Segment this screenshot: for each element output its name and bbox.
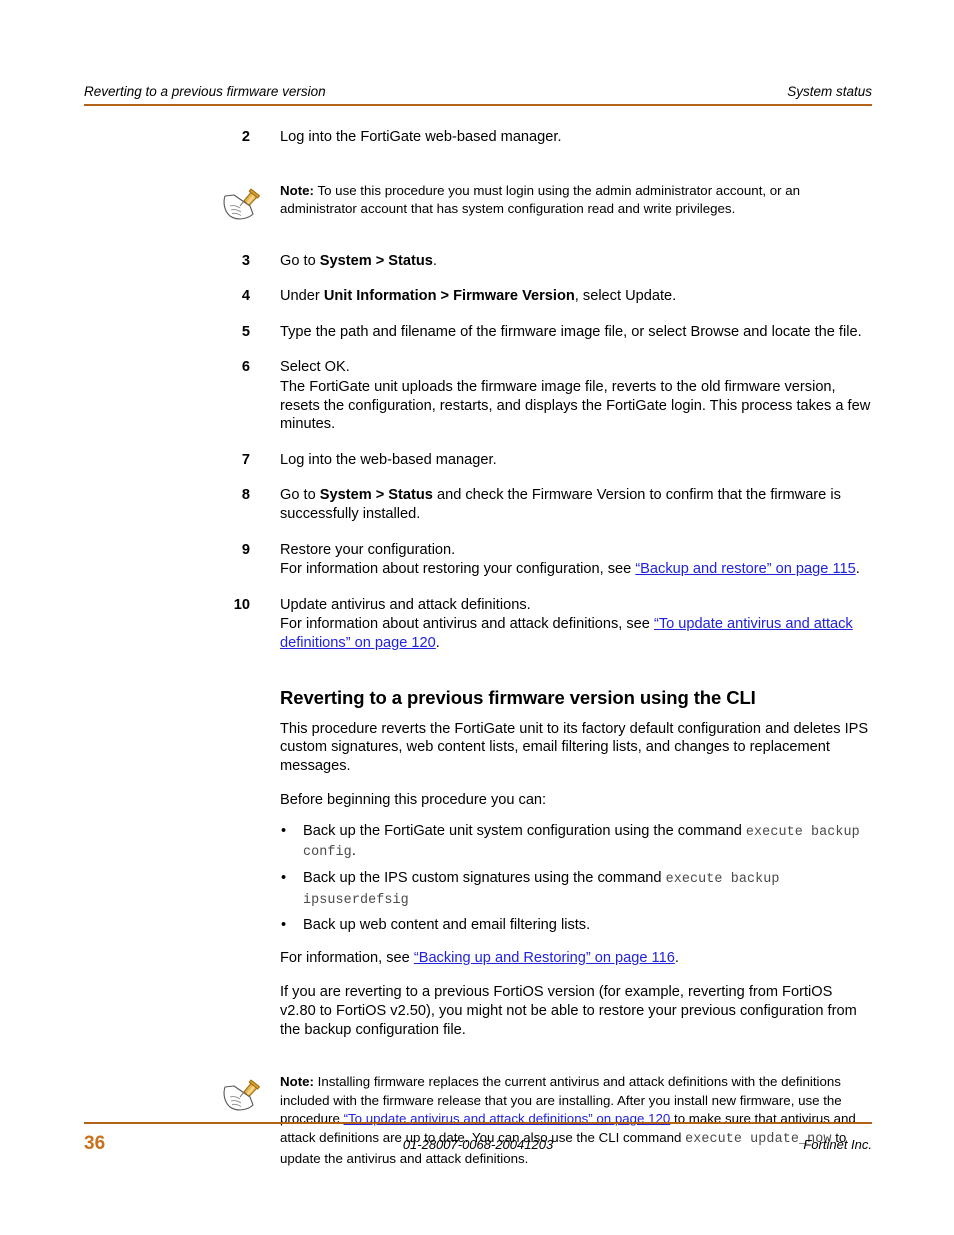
- step-item: 2 Log into the FortiGate web-based manag…: [0, 128, 954, 147]
- step-number: 7: [241, 451, 250, 468]
- note-label: Note:: [280, 1074, 314, 1090]
- note-body: To use this procedure you must login usi…: [280, 182, 801, 217]
- step-item: 10 Update antivirus and attack definitio…: [0, 596, 954, 653]
- page-footer: 36 01-28007-0068-20041203 Fortinet Inc.: [84, 1133, 872, 1155]
- cross-ref-link-backup-and-restore[interactable]: “Backup and restore” on page 115: [635, 561, 855, 577]
- note-paper-pointer-icon: [220, 182, 262, 224]
- list-item: • Back up web content and email filtering…: [0, 916, 954, 935]
- header-right-title: System status: [787, 84, 872, 99]
- step-item: 4 Under Unit Information > Firmware Vers…: [0, 287, 954, 306]
- before-beginning-paragraph: Before beginning this procedure you can:: [280, 792, 547, 809]
- step-item: 9 Restore your configuration. For inform…: [0, 541, 954, 579]
- step-item: 7 Log into the web-based manager.: [0, 451, 954, 470]
- step-number: 3: [241, 252, 250, 269]
- info-ref-lead: For information, see: [280, 949, 414, 966]
- prerequisite-bullet-list: • Back up the FortiGate unit system confi…: [0, 822, 954, 935]
- step-tail: , select Update.: [574, 288, 677, 305]
- section-heading-cli-revert: Reverting to a previous firmware version…: [280, 686, 756, 708]
- step-lead: Under: [280, 288, 324, 305]
- step-bold-path: System > Status: [319, 487, 433, 504]
- step-text: Under Unit Information > Firmware Versio…: [280, 287, 872, 306]
- cross-ref-lead: For information about restoring your con…: [280, 561, 636, 578]
- step-detail-text: For information about antivirus and atta…: [280, 615, 872, 652]
- info-ref-tail: .: [674, 949, 679, 966]
- revert-fortios-paragraph: If you are reverting to a previous Forti…: [280, 984, 857, 1038]
- bullet-dot-icon: •: [281, 870, 287, 887]
- step-text: Restore your configuration.: [280, 541, 456, 558]
- bullet-text: Back up web content and email filtering …: [303, 917, 591, 934]
- step-lead: Go to: [280, 487, 320, 504]
- note-text: Note: To use this procedure you must log…: [280, 182, 872, 219]
- bullet-dot-icon: •: [281, 822, 287, 839]
- bullet-dot-icon: •: [281, 917, 287, 934]
- step-number: 2: [241, 129, 250, 145]
- section-intro-paragraph: This procedure reverts the FortiGate uni…: [280, 720, 869, 774]
- step-number: 5: [241, 323, 250, 340]
- step-item: 3 Go to System > Status.: [0, 252, 954, 271]
- cross-ref-link-update-av-definitions[interactable]: “To update antivirus and attack definiti…: [344, 1111, 671, 1126]
- step-number: 4: [241, 288, 250, 305]
- step-text: Go to System > Status and check the Firm…: [280, 486, 872, 523]
- note-paper-pointer-icon: [220, 1073, 262, 1115]
- step-tail: .: [432, 252, 437, 269]
- footer-company-name: Fortinet Inc.: [803, 1137, 872, 1152]
- step-text: Update antivirus and attack definitions.: [280, 596, 531, 613]
- cross-ref-tail: .: [855, 561, 860, 578]
- step-text: Go to System > Status.: [280, 252, 872, 271]
- header-left-title: Reverting to a previous firmware version: [84, 84, 326, 99]
- step-item: 8 Go to System > Status and check the Fi…: [0, 486, 954, 523]
- step-item: 6 Select OK. The FortiGate unit uploads …: [0, 358, 954, 433]
- list-item: • Back up the FortiGate unit system confi…: [0, 822, 954, 863]
- step-text: Log into the web-based manager.: [280, 451, 497, 468]
- note-label: Note:: [280, 182, 314, 198]
- bullet-text: Back up the IPS custom signatures using …: [303, 870, 666, 887]
- step-number: 6: [241, 359, 250, 376]
- cross-ref-tail: .: [435, 634, 440, 651]
- header-divider-rule: [84, 104, 872, 106]
- step-lead: Go to: [280, 252, 320, 269]
- list-item: • Back up the IPS custom signatures using…: [0, 869, 954, 910]
- footer-document-id: 01-28007-0068-20041203: [402, 1137, 554, 1152]
- cross-ref-lead: For information about antivirus and atta…: [280, 616, 654, 633]
- cross-ref-link-backing-up-and-restoring[interactable]: “Backing up and Restoring” on page 116: [414, 950, 675, 966]
- step-text: Type the path and filename of the firmwa…: [280, 323, 862, 340]
- bullet-tail: .: [351, 843, 356, 860]
- step-number: 8: [241, 487, 250, 504]
- note-block-top: Note: To use this procedure you must log…: [0, 182, 954, 226]
- step-detail-text: For information about restoring your con…: [280, 560, 872, 579]
- information-reference-paragraph: For information, see “Backing up and Res…: [0, 949, 954, 968]
- step-item: 5 Type the path and filename of the firm…: [0, 323, 954, 342]
- step-text: Log into the FortiGate web-based manager…: [280, 129, 562, 145]
- step-bold-path: Unit Information > Firmware Version: [323, 288, 575, 305]
- footer-divider-rule: [84, 1122, 872, 1124]
- step-text: Select OK.: [280, 359, 350, 376]
- step-number: 10: [233, 596, 250, 613]
- page-content: 2 Log into the FortiGate web-based manag…: [0, 128, 954, 1184]
- step-bold-path: System > Status: [319, 252, 433, 269]
- step-detail-text: The FortiGate unit uploads the firmware …: [280, 378, 871, 433]
- step-number: 9: [241, 541, 250, 558]
- bullet-text: Back up the FortiGate unit system config…: [303, 822, 746, 839]
- running-header: Reverting to a previous firmware version…: [84, 84, 872, 99]
- document-page: Reverting to a previous firmware version…: [0, 0, 954, 1235]
